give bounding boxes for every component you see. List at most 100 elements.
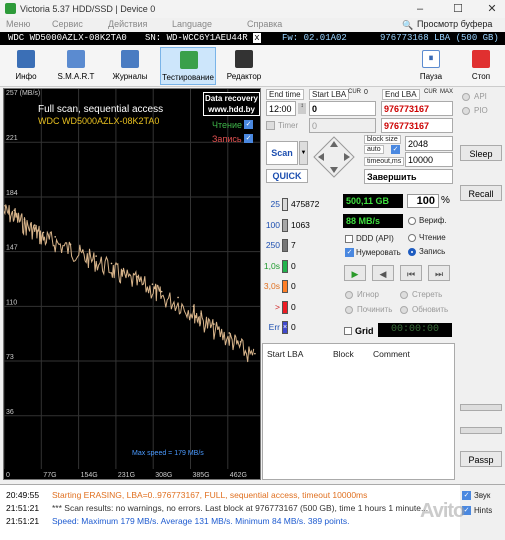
ddd-checkbox[interactable]	[345, 235, 353, 243]
block-ms-label: 250	[265, 240, 280, 250]
api-radio[interactable]	[462, 93, 470, 101]
finish-action-select[interactable]: Завершить	[364, 169, 453, 184]
block-color-swatch	[282, 198, 288, 211]
block-stats-panel: 25 475872 100 1063 250 7 1,0s 0 3,0s 0 >0 Err × 0	[262, 192, 340, 338]
time-spin-icon[interactable]: ↕	[298, 103, 306, 114]
start-lba-input[interactable]: 0	[309, 101, 376, 116]
ddd-label: DDD (API)	[356, 234, 394, 243]
numbering-checkbox[interactable]: ✓	[345, 248, 354, 257]
timer-input[interactable]: 0	[309, 118, 376, 133]
graph-write-checkbox[interactable]: ✓	[244, 134, 253, 143]
erase-radio[interactable]	[400, 291, 408, 299]
stop-button[interactable]: Стоп	[458, 47, 504, 85]
x-tick-label: 308G	[155, 472, 172, 479]
write-radio[interactable]	[408, 248, 416, 256]
small-slider-2[interactable]	[460, 427, 502, 434]
write-label: Запись	[419, 247, 446, 256]
ignore-radio[interactable]	[345, 291, 353, 299]
end-lba-label: End LBA	[382, 89, 420, 100]
menu-language[interactable]: Language	[172, 19, 212, 29]
timer-checkbox[interactable]	[266, 121, 275, 130]
close-device-button[interactable]: x	[253, 33, 261, 43]
grid-checkbox[interactable]	[344, 327, 352, 335]
menu-help[interactable]: Справка	[247, 19, 282, 29]
smart-button[interactable]: S.M.A.R.T	[50, 47, 102, 85]
small-slider-1[interactable]	[460, 404, 502, 411]
y-tick-label: 36	[6, 409, 14, 416]
maximize-button[interactable]: ☐	[446, 2, 470, 16]
window-title: Victoria 5.37 HDD/SSD | Device 0	[20, 4, 156, 14]
log-panel: 20:49:55 Starting ERASING, LBA=0..9767731…	[0, 484, 460, 540]
verify-label: Вериф.	[419, 216, 447, 225]
menu-buffer-view[interactable]: Просмотр буфера	[417, 19, 492, 29]
speed-point	[69, 243, 72, 246]
percent-value: 100	[407, 194, 439, 208]
recall-button[interactable]: Recall	[460, 185, 502, 201]
info-icon	[17, 50, 35, 68]
scan-params-panel: End time Start LBA CUR 0 End LBA CUR MAX…	[264, 89, 455, 187]
x-tick-label: 77G	[43, 472, 56, 479]
rewind-icon[interactable]: ◀	[372, 265, 394, 281]
minimize-button[interactable]: –	[408, 2, 432, 16]
verify-radio[interactable]	[408, 217, 416, 225]
speed-point	[136, 275, 138, 278]
testing-button[interactable]: Тестирование	[160, 47, 216, 85]
graph-model: WDC WD5000AZLX-08K2TA0	[38, 116, 160, 126]
log-text: *** Scan results: no warnings, no errors…	[52, 503, 429, 513]
app-logo-icon	[5, 3, 16, 14]
y-tick-label: 73	[6, 354, 14, 361]
block-count: 0	[291, 322, 296, 332]
end-time-input[interactable]: 12:00	[266, 101, 296, 116]
speed-point	[4, 205, 5, 207]
end-lba-input[interactable]: 976773167	[381, 101, 453, 116]
speed-point	[239, 341, 242, 343]
pause-button[interactable]: ⏸ Пауза	[408, 47, 454, 85]
menu-actions[interactable]: Действия	[108, 19, 147, 29]
info-button[interactable]: Инфо	[0, 47, 52, 85]
stop-label: Стоп	[471, 72, 491, 81]
passp-button[interactable]: Passp	[460, 451, 502, 467]
device-info-bar: WDC WD5000AZLX-08K2TA0 SN: WD-WCC6Y1AEU4…	[0, 32, 505, 45]
graph-read-label: Чтение	[212, 120, 243, 130]
graph-read-checkbox[interactable]: ✓	[244, 120, 253, 129]
speed-point	[228, 332, 231, 334]
testing-button-label: Тестирование	[162, 73, 214, 82]
remap-radio[interactable]	[345, 306, 353, 314]
scan-button[interactable]: Scan	[266, 141, 298, 165]
block-color-swatch	[282, 239, 288, 252]
sound-checkbox[interactable]: ✓	[462, 491, 471, 500]
data-recovery-line1: Data recovery	[205, 94, 258, 103]
sleep-button[interactable]: Sleep	[460, 145, 502, 161]
pio-radio[interactable]	[462, 107, 470, 115]
speed-point	[254, 352, 256, 355]
max-speed-label: Max speed = 179 MB/s	[132, 450, 204, 457]
scan-dropdown-icon[interactable]: ▼	[299, 141, 308, 165]
menu-service[interactable]: Сервис	[52, 19, 83, 29]
play-icon[interactable]: ▶	[344, 265, 366, 281]
editor-button[interactable]: Редактор	[218, 47, 270, 85]
logs-button[interactable]: Журналы	[104, 47, 156, 85]
timeout-select[interactable]: 10000	[405, 152, 453, 167]
victoria-window: Victoria 5.37 HDD/SSD | Device 0 – ☐ ✕ М…	[0, 0, 505, 540]
action-radios: Игнор Стереть Починить Обновить	[341, 287, 455, 317]
cur-label-1: CUR	[348, 89, 361, 95]
col-start-lba: Start LBA	[267, 349, 304, 359]
auto-checkbox[interactable]: ✓	[391, 145, 400, 154]
read-label: Чтение	[419, 233, 446, 242]
refresh-radio[interactable]	[400, 306, 408, 314]
read-radio[interactable]	[408, 234, 416, 242]
skip-back-icon[interactable]: ⏮	[400, 265, 422, 281]
x-tick-label: 154G	[81, 472, 98, 479]
ignore-label: Игнор	[357, 290, 379, 299]
api-label: API	[474, 92, 487, 101]
quick-button[interactable]: QUICK	[266, 169, 308, 183]
block-stat-row: 100 1063	[262, 218, 340, 233]
block-size-select[interactable]: 2048	[405, 136, 453, 151]
skip-end-icon[interactable]: ⏭	[428, 265, 450, 281]
close-window-button[interactable]: ✕	[480, 2, 504, 16]
data-recovery-line2: www.hdd.by	[208, 105, 255, 114]
scan-title: Full scan, sequential access	[38, 104, 164, 115]
direction-pad[interactable]	[312, 135, 356, 179]
buffer-view-icon: 🔍	[402, 20, 414, 30]
menu-main[interactable]: Меню	[6, 19, 30, 29]
